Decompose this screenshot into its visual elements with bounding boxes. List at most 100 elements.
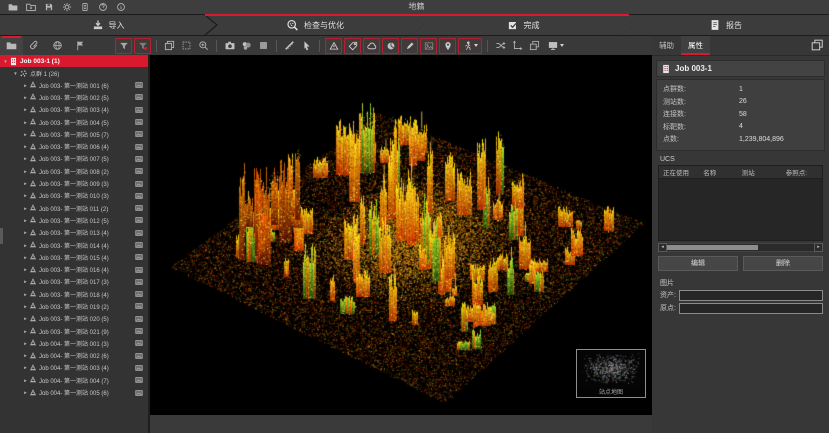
photo-thumbnail-icon[interactable] xyxy=(135,192,143,200)
photo-thumbnail-icon[interactable] xyxy=(135,290,143,298)
tree-tab-globe[interactable] xyxy=(46,36,69,55)
tree-station-row[interactable]: ► Job 003- 第一测站 015 (4) xyxy=(0,251,148,263)
photo-thumbnail-icon[interactable] xyxy=(135,302,143,310)
settings-gear-icon[interactable] xyxy=(58,0,76,14)
expand-arrow-icon[interactable]: ► xyxy=(22,206,29,211)
photo-thumbnail-icon[interactable] xyxy=(135,216,143,224)
expand-arrow-icon[interactable]: ► xyxy=(22,169,29,174)
photo-thumbnail-icon[interactable] xyxy=(135,266,143,274)
photo-thumbnail-icon[interactable] xyxy=(135,130,143,138)
tree-tab-flag[interactable] xyxy=(69,36,92,55)
expand-arrow-icon[interactable]: ► xyxy=(22,120,29,125)
open-folder-icon[interactable] xyxy=(4,0,22,14)
tree-station-row[interactable]: ► Job 003- 第一测站 010 (3) xyxy=(0,190,148,202)
expand-arrow-icon[interactable]: ► xyxy=(22,353,29,358)
expand-arrow-icon[interactable]: ► xyxy=(22,230,29,235)
cloud-marker-icon[interactable] xyxy=(363,38,380,54)
edit-button[interactable]: 编辑 xyxy=(658,256,738,271)
tree-filter-b-icon[interactable] xyxy=(134,38,151,54)
photo-thumbnail-icon[interactable] xyxy=(135,81,143,89)
tree-station-row[interactable]: ► Job 003- 第一测站 016 (4) xyxy=(0,263,148,275)
expand-arrow-icon[interactable]: ► xyxy=(22,107,29,112)
expand-arrow-icon[interactable]: ► xyxy=(22,341,29,346)
image-marker-icon[interactable] xyxy=(420,38,437,54)
tree-station-row[interactable]: ► Job 003- 第一测站 009 (3) xyxy=(0,177,148,189)
sphere-target-icon[interactable] xyxy=(382,38,399,54)
delete-button[interactable]: 删除 xyxy=(743,256,823,271)
expand-arrow-icon[interactable]: ► xyxy=(22,279,29,284)
expand-arrow-icon[interactable]: ▼ xyxy=(12,71,19,76)
copy-icon[interactable] xyxy=(161,38,178,54)
view-frames-icon[interactable] xyxy=(526,38,543,54)
workflow-step-import[interactable]: 导入 xyxy=(0,15,216,35)
display-monitor-icon[interactable] xyxy=(543,38,567,54)
photo-thumbnail-icon[interactable] xyxy=(135,389,143,397)
expand-arrow-icon[interactable]: ► xyxy=(22,193,29,198)
walkthrough-icon[interactable] xyxy=(458,38,482,54)
photo-thumbnail-icon[interactable] xyxy=(135,241,143,249)
tree-filter-a-icon[interactable] xyxy=(115,38,132,54)
expand-arrow-icon[interactable]: ▼ xyxy=(2,59,9,64)
tree-station-row[interactable]: ► Job 003- 第一测站 008 (2) xyxy=(0,165,148,177)
photo-thumbnail-icon[interactable] xyxy=(135,315,143,323)
tree-station-row[interactable]: ► Job 003- 第一测站 014 (4) xyxy=(0,239,148,251)
expand-arrow-icon[interactable]: ► xyxy=(22,181,29,186)
info-icon[interactable] xyxy=(112,0,130,14)
cascade-windows-icon[interactable] xyxy=(810,38,824,52)
warning-marker-icon[interactable] xyxy=(325,38,342,54)
tree-station-row[interactable]: ► Job 004- 第一测站 004 (7) xyxy=(0,374,148,386)
photo-thumbnail-icon[interactable] xyxy=(135,229,143,237)
tab-properties[interactable]: 属性 xyxy=(681,36,710,55)
tree-station-row[interactable]: ► Job 003- 第一测站 007 (5) xyxy=(0,153,148,165)
photo-thumbnail-icon[interactable] xyxy=(135,352,143,360)
photo-thumbnail-icon[interactable] xyxy=(135,180,143,188)
expand-arrow-icon[interactable]: ► xyxy=(22,316,29,321)
expand-arrow-icon[interactable]: ► xyxy=(22,156,29,161)
tree-station-row[interactable]: ► Job 003- 第一测站 006 (4) xyxy=(0,140,148,152)
expand-arrow-icon[interactable]: ► xyxy=(22,95,29,100)
photo-thumbnail-icon[interactable] xyxy=(135,327,143,335)
photo-thumbnail-icon[interactable] xyxy=(135,118,143,126)
location-pin-icon[interactable] xyxy=(439,38,456,54)
pointcloud-viewport[interactable]: 站点地图 xyxy=(150,55,652,415)
camera-icon[interactable] xyxy=(221,38,238,54)
tree-station-row[interactable]: ► Job 003- 第一测站 005 (7) xyxy=(0,128,148,140)
expand-arrow-icon[interactable]: ► xyxy=(22,292,29,297)
tree-station-row[interactable]: ► Job 004- 第一测站 005 (6) xyxy=(0,386,148,398)
asset-input[interactable] xyxy=(679,290,823,301)
tree-station-row[interactable]: ► Job 003- 第一测站 004 (5) xyxy=(0,116,148,128)
expand-arrow-icon[interactable]: ► xyxy=(22,267,29,272)
photo-thumbnail-icon[interactable] xyxy=(135,143,143,151)
workflow-step-report[interactable]: 报告 xyxy=(622,15,829,35)
photo-thumbnail-icon[interactable] xyxy=(135,155,143,163)
tree-station-row[interactable]: ► Job 003- 第一测站 003 (4) xyxy=(0,104,148,116)
workflow-step-complete[interactable]: 完成 xyxy=(412,15,634,35)
photo-thumbnail-icon[interactable] xyxy=(135,167,143,175)
plane-square-icon[interactable] xyxy=(255,38,272,54)
help-icon[interactable] xyxy=(94,0,112,14)
tree-station-row[interactable]: ► Job 003- 第一测站 001 (6) xyxy=(0,79,148,91)
photo-thumbnail-icon[interactable] xyxy=(135,253,143,261)
import-folder-icon[interactable] xyxy=(22,0,40,14)
expand-arrow-icon[interactable]: ► xyxy=(22,365,29,370)
tree-pointgroup[interactable]: ▼ 点群 1 (26) xyxy=(0,67,148,79)
tag-marker-icon[interactable] xyxy=(344,38,361,54)
axes-icon[interactable] xyxy=(509,38,526,54)
scrollbar-track[interactable] xyxy=(667,243,814,252)
photo-thumbnail-icon[interactable] xyxy=(135,339,143,347)
tree-station-row[interactable]: ► Job 003- 第一测站 002 (5) xyxy=(0,91,148,103)
tree-station-row[interactable]: ► Job 003- 第一测站 019 (2) xyxy=(0,300,148,312)
tree-station-row[interactable]: ► Job 003- 第一测站 013 (4) xyxy=(0,227,148,239)
expand-arrow-icon[interactable]: ► xyxy=(22,218,29,223)
archive-icon[interactable] xyxy=(76,0,94,14)
origin-input[interactable] xyxy=(679,303,823,314)
zoom-region-icon[interactable] xyxy=(195,38,212,54)
photo-thumbnail-icon[interactable] xyxy=(135,278,143,286)
save-icon[interactable] xyxy=(40,0,58,14)
photo-thumbnail-icon[interactable] xyxy=(135,93,143,101)
expand-arrow-icon[interactable]: ► xyxy=(22,390,29,395)
tree-station-row[interactable]: ► Job 003- 第一测站 018 (4) xyxy=(0,288,148,300)
photo-thumbnail-icon[interactable] xyxy=(135,106,143,114)
tree-station-row[interactable]: ► Job 003- 第一测站 017 (3) xyxy=(0,276,148,288)
minimap[interactable]: 站点地图 xyxy=(576,349,646,398)
